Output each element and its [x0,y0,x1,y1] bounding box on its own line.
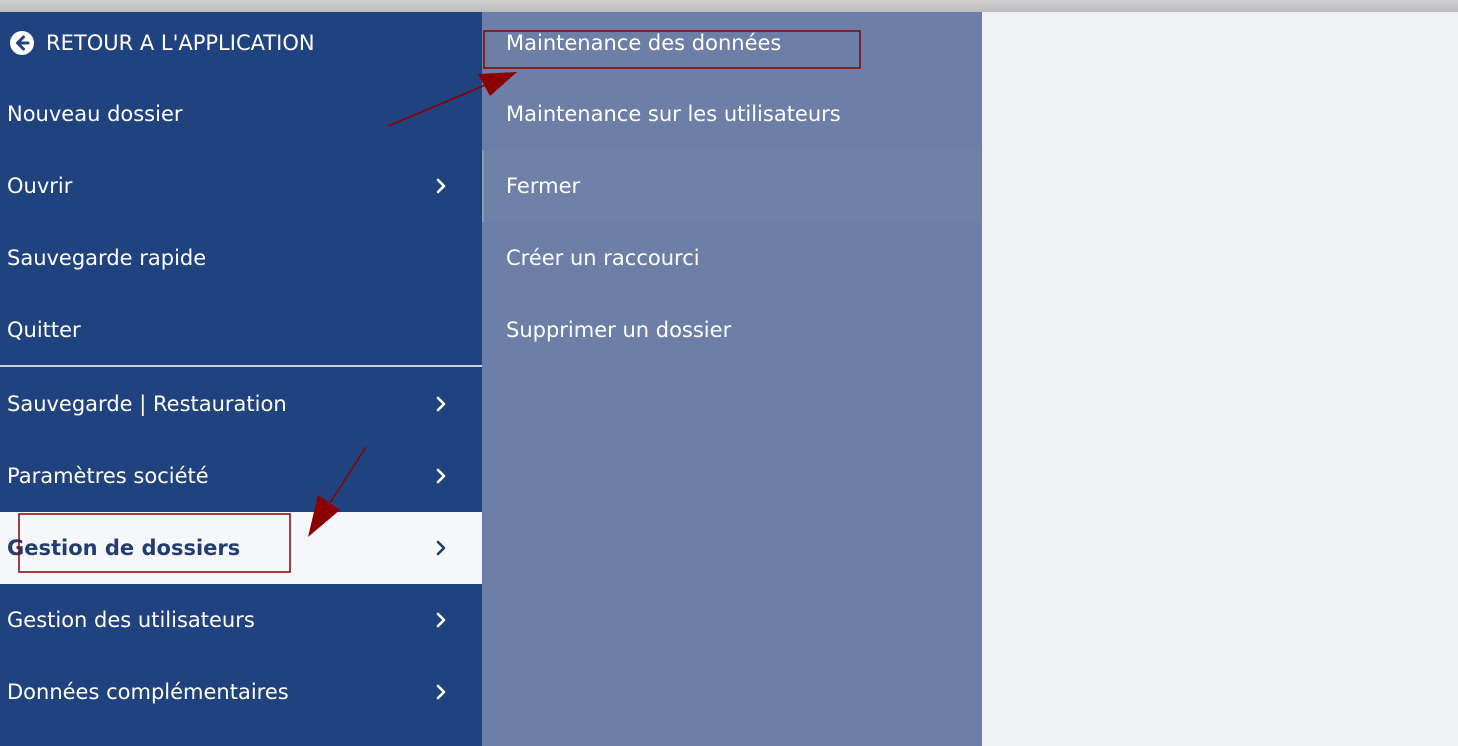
submenu-item-label: Supprimer un dossier [506,318,732,342]
submenu-item-label: Fermer [506,174,581,198]
submenu-item-fermer[interactable]: Fermer [482,150,982,222]
menu-item-nouveau-dossier[interactable]: Nouveau dossier [0,78,482,150]
content-area [982,12,1458,746]
submenu-item-maintenance-des-donnees[interactable]: Maintenance des données [482,7,982,79]
menu-item-label: Ouvrir [7,174,73,198]
submenu-item-supprimer-dossier[interactable]: Supprimer un dossier [482,294,982,366]
chevron-right-icon [436,178,446,194]
menu-item-label: Quitter [7,318,81,342]
file-backstage-menu: RETOUR A L'APPLICATION Nouveau dossier O… [0,0,1458,746]
menu-item-label: Nouveau dossier [7,102,183,126]
menu-item-gestion-de-dossiers[interactable]: Gestion de dossiers [0,512,482,584]
chevron-right-icon [436,396,446,412]
menu-item-label: Sauvegarde rapide [7,246,207,270]
menu-item-label: Gestion des utilisateurs [7,608,255,632]
arrow-left-circle-icon [10,31,34,55]
back-to-application-label: RETOUR A L'APPLICATION [46,31,315,55]
menu-item-label: Paramètres société [7,464,209,488]
menu-item-label: Sauvegarde | Restauration [7,392,287,416]
menu-item-sauvegarde-restauration[interactable]: Sauvegarde | Restauration [0,368,482,440]
chevron-right-icon [436,540,446,556]
submenu-item-creer-raccourci[interactable]: Créer un raccourci [482,222,982,294]
menu-item-gestion-des-utilisateurs[interactable]: Gestion des utilisateurs [0,584,482,656]
menu-item-label: Gestion de dossiers [7,536,241,560]
back-to-application-button[interactable]: RETOUR A L'APPLICATION [0,7,482,79]
submenu-item-maintenance-utilisateurs[interactable]: Maintenance sur les utilisateurs [482,78,982,150]
menu-item-ouvrir[interactable]: Ouvrir [0,150,482,222]
chevron-right-icon [436,684,446,700]
menu-divider [0,365,482,367]
submenu-item-label: Créer un raccourci [506,246,700,270]
menu-item-label: Données complémentaires [7,680,289,704]
menu-item-donnees-complementaires[interactable]: Données complémentaires [0,656,482,728]
submenu-item-label: Maintenance sur les utilisateurs [506,102,841,126]
chevron-right-icon [436,612,446,628]
menu-item-parametres-societe[interactable]: Paramètres société [0,440,482,512]
menu-item-quitter[interactable]: Quitter [0,294,482,366]
menu-item-sauvegarde-rapide[interactable]: Sauvegarde rapide [0,222,482,294]
chevron-right-icon [436,468,446,484]
submenu-item-label: Maintenance des données [506,31,782,55]
